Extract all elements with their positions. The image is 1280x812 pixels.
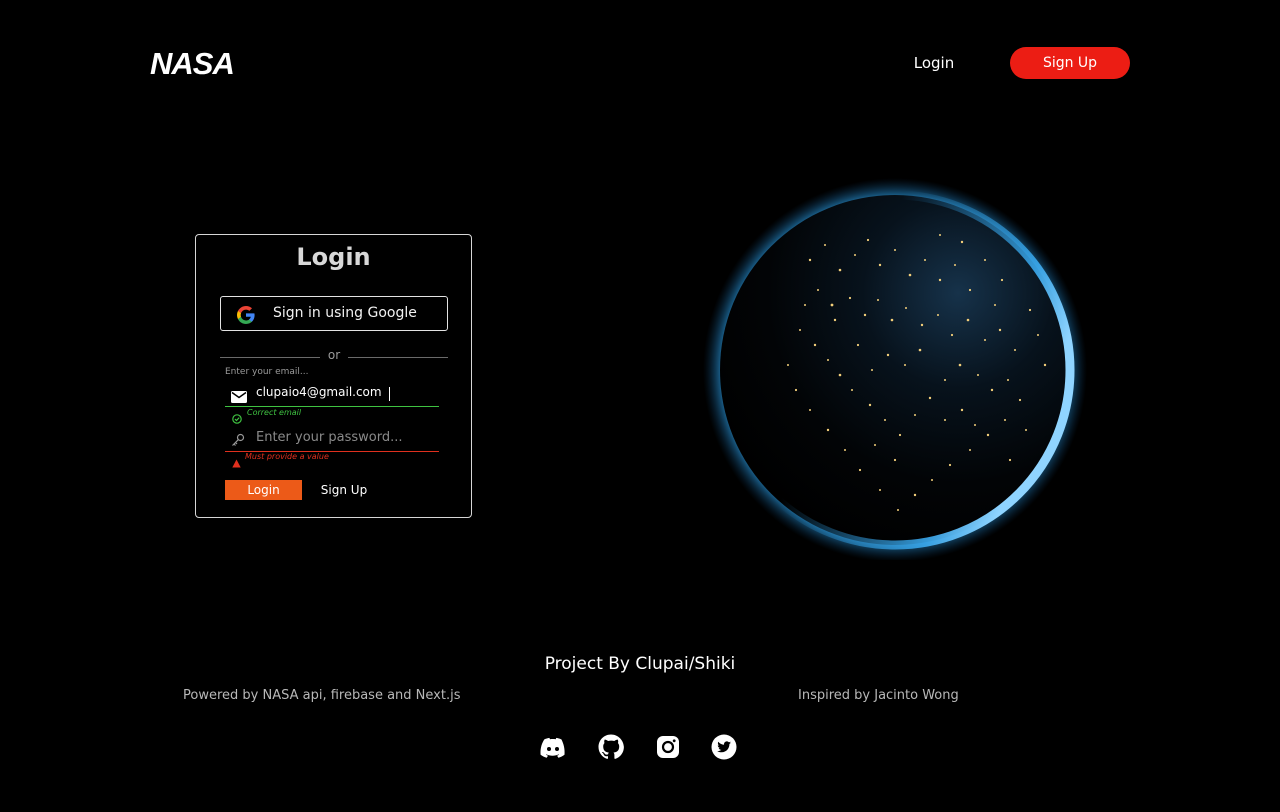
mail-icon <box>231 388 247 403</box>
svg-text:NASA: NASA <box>150 48 234 78</box>
footer-inspired-by: Inspired by Jacinto Wong <box>798 688 959 703</box>
github-icon[interactable] <box>597 733 625 761</box>
login-card: Login Sign in using Google or Enter your… <box>195 234 472 518</box>
text-cursor <box>389 387 390 401</box>
warning-icon <box>232 453 241 468</box>
email-status-text: Correct email <box>247 408 302 417</box>
twitter-icon[interactable] <box>710 733 738 761</box>
nav-login-link[interactable]: Login <box>900 52 968 74</box>
earth-image <box>700 170 1120 562</box>
nasa-logo[interactable]: NASA <box>150 46 242 81</box>
password-error-text: Must provide a value <box>245 452 329 461</box>
google-icon <box>237 306 255 324</box>
divider-line-right <box>348 357 448 358</box>
login-submit-button[interactable]: Login <box>225 480 302 500</box>
divider-line-left <box>220 357 320 358</box>
google-signin-label: Sign in using Google <box>273 305 417 321</box>
password-placeholder[interactable]: Enter your password... <box>256 430 403 445</box>
login-title: Login <box>296 243 371 271</box>
page: NASA Login Sign Up Login Sign in using G… <box>0 0 1280 812</box>
footer-powered-by: Powered by NASA api, firebase and Next.j… <box>183 688 461 703</box>
nav-signup-button[interactable]: Sign Up <box>1010 47 1130 79</box>
signup-link-button[interactable]: Sign Up <box>316 480 372 500</box>
key-icon <box>231 432 245 446</box>
instagram-icon[interactable] <box>654 733 682 761</box>
google-signin-button[interactable]: Sign in using Google <box>220 296 448 331</box>
email-field[interactable]: clupaio4@gmail.com <box>225 383 439 407</box>
check-circle-icon <box>232 409 242 424</box>
password-field[interactable]: Enter your password... <box>225 427 439 452</box>
footer-project-title: Project By Clupai/Shiki <box>544 654 736 674</box>
divider-or-text: or <box>327 348 341 362</box>
email-caption: Enter your email... <box>225 367 309 377</box>
email-input-value[interactable]: clupaio4@gmail.com <box>256 385 382 399</box>
discord-icon[interactable] <box>539 733 567 761</box>
